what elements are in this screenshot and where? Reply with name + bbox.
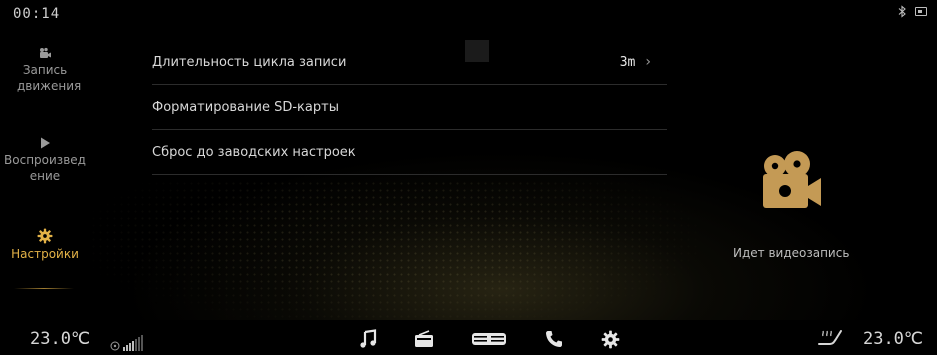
fan-bar bbox=[123, 347, 125, 351]
sidebar-item-label: Воспроизведение bbox=[4, 153, 86, 183]
heated-seat-icon[interactable] bbox=[816, 328, 844, 348]
settings-button[interactable] bbox=[582, 329, 638, 349]
bottom-bar: 23.0℃ 23.0℃ bbox=[0, 320, 937, 355]
row-label: Форматирование SD-карты bbox=[152, 99, 339, 115]
settings-row-format-sd[interactable]: Форматирование SD-карты bbox=[152, 85, 667, 130]
settings-row-factory-reset[interactable]: Сброс до заводских настроек bbox=[152, 130, 667, 175]
gear-icon bbox=[601, 330, 619, 348]
video-camera-icon bbox=[40, 47, 51, 58]
settings-list: Длительность цикла записи 3m › Форматиро… bbox=[152, 40, 667, 175]
play-icon bbox=[41, 137, 50, 149]
settings-row-loop-duration[interactable]: Длительность цикла записи 3m › bbox=[152, 40, 667, 85]
background-dot-pattern bbox=[90, 180, 700, 330]
fan-level[interactable] bbox=[110, 335, 143, 351]
active-indicator bbox=[14, 288, 74, 289]
battery-icon bbox=[915, 7, 927, 16]
car-home-button[interactable] bbox=[452, 329, 526, 349]
car-grille-icon bbox=[472, 333, 506, 345]
radio-icon bbox=[415, 330, 433, 347]
bluetooth-icon bbox=[898, 5, 906, 18]
status-time: 00:14 bbox=[13, 6, 61, 22]
music-note-icon bbox=[360, 329, 377, 348]
dashcam-screen: 00:14 Запись движения Воспроизведение На… bbox=[0, 0, 937, 355]
sidebar: Запись движения Воспроизведение Настройк… bbox=[0, 32, 90, 312]
fan-bar bbox=[129, 343, 131, 351]
fan-bar bbox=[126, 345, 128, 351]
sidebar-item-label: Настройки bbox=[11, 247, 79, 261]
radio-button[interactable] bbox=[396, 329, 452, 349]
recording-status-text: Идет видеозапись bbox=[733, 246, 850, 260]
fan-bar bbox=[132, 341, 134, 351]
row-value-group: 3m › bbox=[620, 54, 651, 70]
music-button[interactable] bbox=[340, 329, 396, 349]
phone-button[interactable] bbox=[526, 329, 582, 349]
phone-icon bbox=[546, 331, 562, 347]
status-icons bbox=[898, 5, 927, 18]
row-label: Длительность цикла записи bbox=[152, 54, 347, 70]
temperature-right[interactable]: 23.0℃ bbox=[863, 329, 923, 349]
sidebar-item-label: Запись движения bbox=[17, 63, 82, 93]
gear-icon bbox=[37, 228, 53, 244]
app-dock bbox=[340, 329, 638, 349]
fan-bar bbox=[135, 339, 137, 351]
movie-camera-icon bbox=[763, 151, 821, 208]
fan-bar bbox=[141, 335, 143, 351]
fan-bar bbox=[138, 337, 140, 351]
fan-icon bbox=[110, 341, 120, 351]
sidebar-item-settings[interactable]: Настройки bbox=[0, 228, 90, 262]
chevron-right-icon: › bbox=[645, 54, 651, 70]
sidebar-item-playback[interactable]: Воспроизведение bbox=[0, 136, 90, 184]
temperature-left[interactable]: 23.0℃ bbox=[30, 329, 90, 349]
row-label: Сброс до заводских настроек bbox=[152, 144, 356, 160]
loop-duration-value: 3m bbox=[619, 54, 636, 70]
sidebar-item-recording[interactable]: Запись движения bbox=[0, 46, 90, 94]
